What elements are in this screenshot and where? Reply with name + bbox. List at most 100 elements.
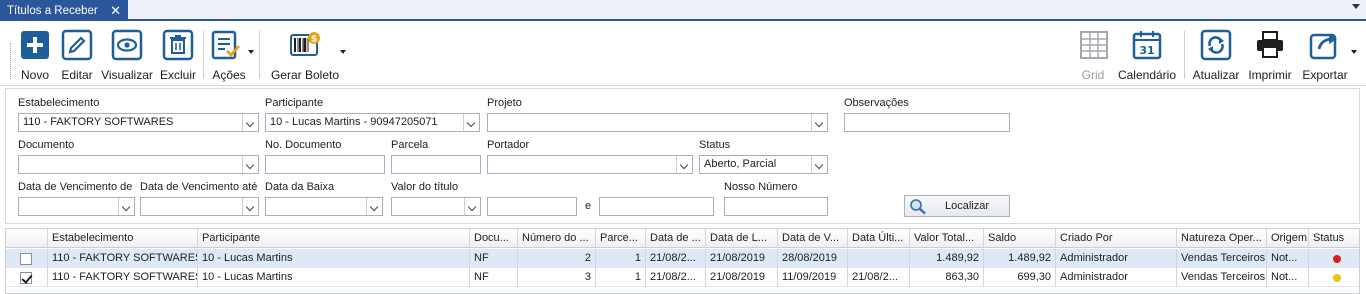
- header-parcela[interactable]: Parce...: [596, 229, 646, 248]
- editar-button[interactable]: Editar: [60, 29, 94, 85]
- grid-button[interactable]: Grid: [1078, 29, 1108, 85]
- refresh-icon: [1200, 29, 1232, 61]
- header-select-column[interactable]: [6, 229, 48, 248]
- printer-icon: [1254, 29, 1286, 61]
- chevron-down-icon[interactable]: [811, 114, 827, 131]
- pencil-icon: [61, 29, 93, 61]
- documento-select[interactable]: [18, 155, 259, 174]
- no-documento-input[interactable]: [265, 155, 385, 174]
- cell-valor-total: 1.489,92: [910, 249, 984, 268]
- header-data-lancamento[interactable]: Data de L...: [706, 229, 778, 248]
- cell-numero: 2: [518, 249, 596, 268]
- header-origem[interactable]: Origem: [1267, 229, 1309, 248]
- tab-strip: Títulos a Receber ✕: [0, 0, 1366, 21]
- data-baixa-date[interactable]: [265, 197, 383, 216]
- checklist-icon: [210, 29, 242, 61]
- localizar-button[interactable]: Localizar: [904, 195, 1010, 217]
- valor-max-input[interactable]: [599, 197, 714, 216]
- chevron-down-icon[interactable]: [118, 198, 134, 215]
- imprimir-button[interactable]: Imprimir: [1246, 29, 1294, 85]
- table-row[interactable]: 110 - FAKTORY SOFTWARES 10 - Lucas Marti…: [6, 249, 1359, 268]
- cell-status: [1309, 249, 1359, 268]
- gerar-boleto-dropdown-icon[interactable]: [340, 50, 346, 54]
- plus-icon: [19, 29, 51, 61]
- tab-titulos-a-receber[interactable]: Títulos a Receber ✕: [0, 0, 128, 21]
- novo-label: Novo: [20, 68, 49, 82]
- portador-select[interactable]: [487, 155, 693, 174]
- status-select[interactable]: Aberto, Parcial: [699, 155, 828, 174]
- chevron-down-icon[interactable]: [366, 198, 382, 215]
- status-value: Aberto, Parcial: [704, 158, 777, 170]
- cell-data-lancamento: 21/08/2019: [706, 268, 778, 287]
- row-select-cell[interactable]: [6, 249, 48, 268]
- chevron-down-icon[interactable]: [811, 156, 827, 173]
- exportar-dropdown-icon[interactable]: [1351, 50, 1357, 54]
- cell-estabelecimento: 110 - FAKTORY SOFTWARES: [48, 249, 198, 268]
- venc-de-date[interactable]: [18, 197, 135, 216]
- chevron-down-icon[interactable]: [464, 198, 480, 215]
- header-data-vencimento[interactable]: Data de V...: [778, 229, 848, 248]
- cell-participante: 10 - Lucas Martins: [198, 268, 470, 287]
- chevron-down-icon[interactable]: [1352, 4, 1360, 9]
- venc-ate-date[interactable]: [140, 197, 259, 216]
- visualizar-button[interactable]: Visualizar: [101, 29, 153, 85]
- row-select-cell[interactable]: [6, 268, 48, 287]
- cell-natureza: Vendas Terceiros: [1177, 249, 1267, 268]
- valor-titulo-select[interactable]: [391, 197, 481, 216]
- titulos-grid: Estabelecimento Participante Docu... Núm…: [5, 228, 1360, 294]
- chevron-down-icon[interactable]: [242, 156, 258, 173]
- projeto-select[interactable]: [487, 113, 828, 132]
- header-valor-total[interactable]: Valor Total...: [910, 229, 984, 248]
- participante-select[interactable]: 10 - Lucas Martins - 90947205071: [265, 113, 480, 132]
- chevron-down-icon[interactable]: [463, 114, 479, 131]
- acoes-dropdown-icon[interactable]: [248, 50, 254, 54]
- valor-min-input[interactable]: [487, 197, 577, 216]
- chevron-down-icon[interactable]: [242, 114, 258, 131]
- parcela-label: Parcela: [391, 139, 429, 151]
- documento-label: Documento: [18, 139, 75, 151]
- cell-data-ultima: 21/08/2...: [848, 268, 910, 287]
- venc-de-label: Data de Vencimento de: [18, 181, 133, 193]
- row-checkbox[interactable]: [20, 272, 32, 284]
- table-row[interactable]: 110 - FAKTORY SOFTWARES 10 - Lucas Marti…: [6, 268, 1359, 287]
- header-data-ultima[interactable]: Data Últi...: [848, 229, 910, 248]
- estabelecimento-label: Estabelecimento: [18, 97, 100, 109]
- header-saldo[interactable]: Saldo: [984, 229, 1056, 248]
- excluir-button[interactable]: Excluir: [159, 29, 197, 85]
- observacoes-input[interactable]: [844, 113, 1010, 132]
- exportar-button[interactable]: Exportar: [1302, 29, 1348, 85]
- valor-titulo-label: Valor do título: [391, 181, 459, 193]
- header-estabelecimento[interactable]: Estabelecimento: [48, 229, 198, 248]
- atualizar-button[interactable]: Atualizar: [1190, 29, 1242, 85]
- header-status[interactable]: Status: [1309, 229, 1359, 248]
- header-data-emissao[interactable]: Data de ...: [646, 229, 706, 248]
- estabelecimento-select[interactable]: 110 - FAKTORY SOFTWARES: [18, 113, 259, 132]
- chevron-down-icon[interactable]: [242, 198, 258, 215]
- filter-panel: Estabelecimento 110 - FAKTORY SOFTWARES …: [5, 88, 1360, 224]
- header-numero[interactable]: Número do ...: [518, 229, 596, 248]
- cell-numero: 3: [518, 268, 596, 287]
- projeto-label: Projeto: [487, 97, 522, 109]
- svg-text:31: 31: [1139, 44, 1154, 57]
- novo-button[interactable]: Novo: [18, 29, 52, 85]
- header-criado-por[interactable]: Criado Por: [1056, 229, 1177, 248]
- acoes-button[interactable]: Ações: [210, 29, 248, 85]
- nosso-numero-input[interactable]: [724, 197, 828, 216]
- header-documento[interactable]: Docu...: [470, 229, 518, 248]
- cell-status: [1309, 268, 1359, 287]
- header-participante[interactable]: Participante: [198, 229, 470, 248]
- gerar-boleto-button[interactable]: $ Gerar Boleto: [268, 29, 342, 85]
- search-icon: [909, 198, 927, 218]
- parcela-input[interactable]: [391, 155, 481, 174]
- nosso-numero-label: Nosso Número: [724, 181, 798, 193]
- grid-header: Estabelecimento Participante Docu... Núm…: [6, 229, 1359, 248]
- toolbar-grip[interactable]: [10, 43, 12, 79]
- header-natureza[interactable]: Natureza Oper...: [1177, 229, 1267, 248]
- calendario-button[interactable]: 31 Calendário: [1117, 29, 1177, 85]
- cell-parcela: 1: [596, 268, 646, 287]
- row-checkbox[interactable]: [20, 253, 32, 265]
- chevron-down-icon[interactable]: [676, 156, 692, 173]
- cell-documento: NF: [470, 268, 518, 287]
- cell-data-ultima: [848, 249, 910, 268]
- close-icon[interactable]: ✕: [110, 3, 121, 19]
